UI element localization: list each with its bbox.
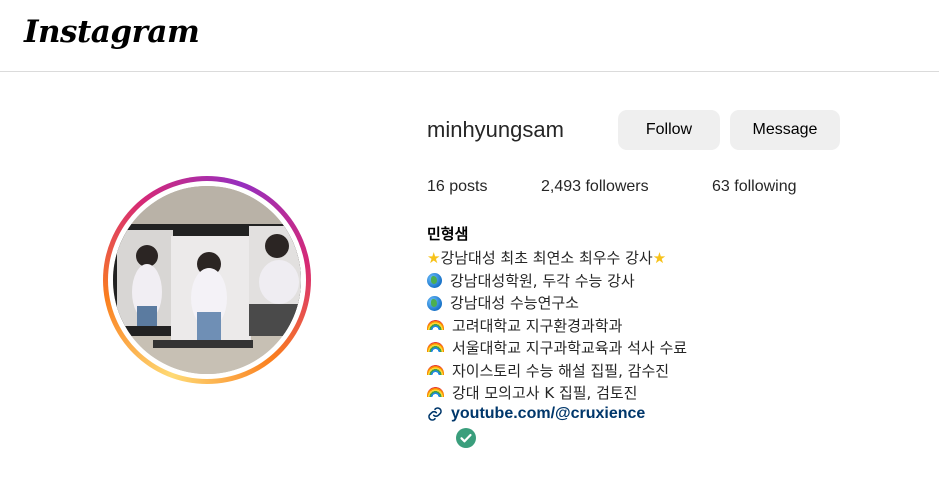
message-button[interactable]: Message [730, 110, 840, 150]
bio-line: 고려대학교 지구환경과학과 [427, 315, 687, 338]
bio-line: 강남대성 수능연구소 [427, 292, 687, 315]
bio-text: 강남대성 최초 최연소 최우수 강사 [440, 249, 653, 268]
following-count[interactable]: 63 following [712, 178, 797, 196]
top-bar: Instagram [0, 0, 939, 72]
bio-link-row: youtube.com/@cruxience [427, 405, 645, 423]
star-icon: ★ [427, 249, 441, 268]
profile-avatar[interactable] [103, 176, 311, 384]
rainbow-icon [427, 319, 444, 330]
bio-text: 강대 모의고사 K 집필, 검토진 [452, 384, 638, 403]
bio-text: 서울대학교 지구과학교육과 석사 수료 [452, 339, 688, 358]
bio-line: 서울대학교 지구과학교육과 석사 수료 [427, 337, 687, 360]
bio-text: 강남대성학원, 두각 수능 강사 [450, 271, 635, 290]
bio-line: 강대 모의고사 K 집필, 검토진 [427, 382, 687, 405]
rainbow-icon [427, 364, 444, 375]
bio-text: 고려대학교 지구환경과학과 [452, 316, 623, 335]
avatar-photo [113, 186, 301, 374]
bio-line: 강남대성학원, 두각 수능 강사 [427, 270, 687, 293]
bio-text: 자이스토리 수능 해설 집필, 감수진 [452, 361, 670, 380]
rainbow-icon [427, 387, 444, 398]
bio-line: ★ 강남대성 최초 최연소 최우수 강사 ★ [427, 247, 687, 270]
posts-count: 16 posts [427, 178, 488, 195]
link-icon [428, 407, 442, 421]
profile-username: minhyungsam [427, 117, 564, 142]
checkmark-icon [456, 428, 476, 448]
star-icon: ★ [652, 249, 667, 268]
rainbow-icon [427, 342, 444, 353]
followers-count[interactable]: 2,493 followers [541, 178, 649, 196]
bio-link[interactable]: youtube.com/@cruxience [451, 405, 645, 423]
globe-icon [427, 295, 442, 311]
avatar-image [113, 186, 301, 374]
follow-button[interactable]: Follow [618, 110, 720, 150]
profile-full-name: 민형샘 [427, 225, 469, 243]
bio-text: 강남대성 수능연구소 [450, 294, 579, 313]
bio-line: 자이스토리 수능 해설 집필, 감수진 [427, 360, 687, 383]
globe-icon [427, 273, 442, 289]
instagram-logo[interactable]: Instagram [24, 14, 200, 50]
profile-bio: ★ 강남대성 최초 최연소 최우수 강사 ★ 강남대성학원, 두각 수능 강사 … [427, 247, 687, 405]
